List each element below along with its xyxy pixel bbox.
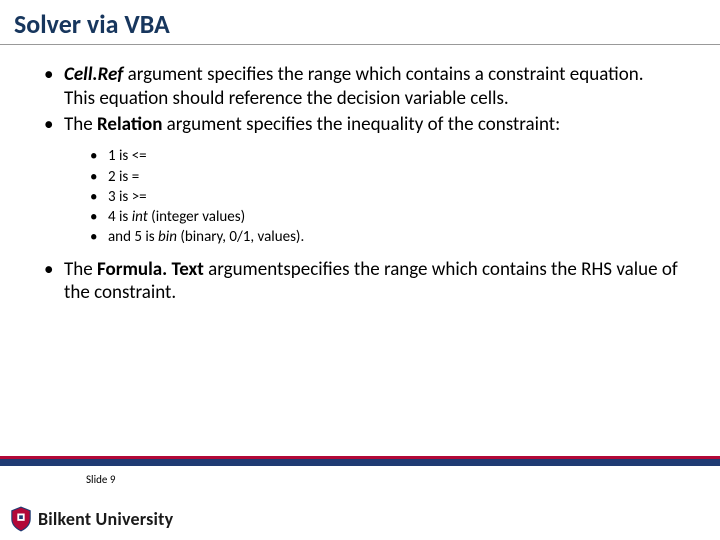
- sub4-int: int: [132, 208, 148, 226]
- relation-keyword: Relation: [97, 113, 162, 136]
- bullet-relation: The Relation argument specifies the ineq…: [42, 113, 678, 248]
- sub-4: 4 is int (integer values): [86, 207, 678, 227]
- formulatext-keyword: Formula. Text: [97, 258, 204, 281]
- sub5-bin: bin: [158, 228, 177, 246]
- sub-bullet-list: 1 is <= 2 is = 3 is >= 4 is int (integer…: [86, 146, 678, 247]
- university-name: Bilkent University: [38, 508, 173, 530]
- relation-text: argument specifies the inequality of the…: [162, 113, 560, 136]
- university-logo-area: Bilkent University: [10, 506, 173, 532]
- slide-content: Cell.Ref argument specifies the range wh…: [0, 45, 720, 305]
- slide-title: Solver via VBA: [14, 8, 706, 40]
- cellref-keyword: Cell.Ref: [64, 63, 123, 86]
- slide-number: Slide 9: [86, 473, 115, 486]
- formulatext-pre: The: [64, 258, 97, 281]
- sub5-post: (binary, 0/1, values).: [177, 228, 304, 246]
- sub-2: 2 is =: [86, 167, 678, 187]
- title-bar: Solver via VBA: [0, 0, 720, 45]
- sub-1: 1 is <=: [86, 146, 678, 166]
- bullet-cellref: Cell.Ref argument specifies the range wh…: [42, 63, 678, 111]
- sub4-pre: 4 is: [108, 208, 132, 226]
- sub-5: and 5 is bin (binary, 0/1, values).: [86, 227, 678, 247]
- sub5-pre: and 5 is: [108, 228, 158, 246]
- cellref-text: argument specifies the range which conta…: [64, 63, 644, 110]
- relation-pre: The: [64, 113, 97, 136]
- crest-icon: [10, 506, 32, 532]
- sub4-post: (integer values): [148, 208, 245, 226]
- bullet-formulatext: The Formula. Text argumentspecifies the …: [42, 258, 678, 306]
- footer-accent-bars: [0, 456, 720, 466]
- blue-bar: [0, 459, 720, 466]
- sub-3: 3 is >=: [86, 187, 678, 207]
- main-bullet-list: Cell.Ref argument specifies the range wh…: [42, 63, 678, 305]
